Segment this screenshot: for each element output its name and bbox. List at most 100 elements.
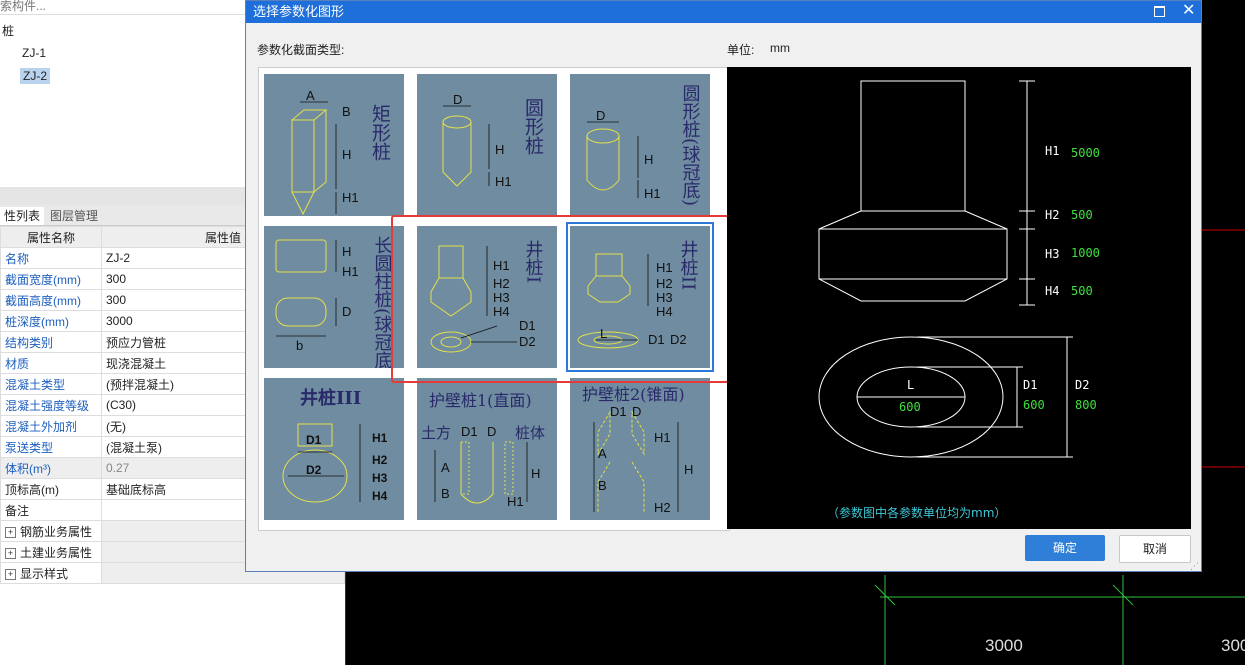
preview-h2-label: H2 xyxy=(1045,208,1059,222)
prop-name: 顶标高(m) xyxy=(0,478,102,500)
param-D1: D1 xyxy=(306,433,322,447)
param-D: D xyxy=(596,108,605,123)
param-H2: H2 xyxy=(654,500,671,515)
dialog-titlebar[interactable]: 选择参数化图形 ✕ xyxy=(246,1,1201,23)
expand-icon[interactable]: + xyxy=(5,547,16,559)
prop-name: 混凝土外加剂 xyxy=(0,415,102,437)
prop-name: 混凝土类型 xyxy=(0,373,102,395)
param-B: B xyxy=(342,104,351,119)
cancel-button[interactable]: 取消 xyxy=(1119,535,1191,563)
param-B: B xyxy=(441,486,450,501)
shape-title: 长圆柱桩(球冠底) xyxy=(372,236,393,368)
preview-d1-label: D1 xyxy=(1023,378,1037,392)
dim-label-2: 300 xyxy=(1221,636,1245,655)
param-H1: H1 xyxy=(654,430,671,445)
param-D: D xyxy=(453,92,462,107)
tab-property-list[interactable]: 性列表 xyxy=(0,207,45,225)
prop-name: 混凝土强度等级 xyxy=(0,394,102,416)
param-D1: D1 xyxy=(610,404,627,419)
resize-grip-icon[interactable]: ⋰ xyxy=(1190,562,1199,571)
param-H: H xyxy=(684,462,693,477)
preview-h3-value: 1000 xyxy=(1071,246,1100,260)
unit-value: mm xyxy=(770,41,790,55)
param-D: D xyxy=(632,404,641,419)
expand-icon[interactable]: + xyxy=(5,526,16,538)
param-D: D xyxy=(342,304,351,319)
param-H2: H2 xyxy=(372,453,388,467)
param-H1: H1 xyxy=(372,431,388,445)
dim-label-1: 3000 xyxy=(985,636,1023,655)
preview-panel: H1 5000 H2 500 H3 1000 H4 500 L 600 D1 6… xyxy=(727,67,1191,529)
tab-layer-manage[interactable]: 图层管理 xyxy=(46,207,102,225)
param-H4: H4 xyxy=(372,489,388,503)
param-D1: D1 xyxy=(461,424,478,439)
shape-circle-pile-dome[interactable]: D H H1 圆形桩(球冠底) xyxy=(570,74,710,216)
shape-long-round-pile[interactable]: H H1 D b 长圆柱桩(球冠底) xyxy=(264,226,404,368)
shape-wall-pile-2[interactable]: 护壁桩2(锥面) D1 D H1 A B H H2 xyxy=(570,378,710,520)
param-H: H xyxy=(531,466,540,481)
col-header-name: 属性名称 xyxy=(0,226,102,248)
param-H1: H1 xyxy=(342,264,359,279)
prop-name: 名称 xyxy=(0,247,102,269)
shape-well-pile-3[interactable]: 井桩III D1 D2 H1 H2 H3 H4 xyxy=(264,378,404,520)
group-label: 土建业务属性 xyxy=(20,545,93,560)
section-label: 参数化截面类型: xyxy=(257,43,345,57)
preview-h1-label: H1 xyxy=(1045,144,1059,158)
param-H: H xyxy=(644,152,653,167)
param-H3: H3 xyxy=(372,471,388,485)
shape-wall-pile-1[interactable]: 护壁桩1(直面) 土方 D1 D 桩体 A B H H1 xyxy=(417,378,557,520)
param-soil: 土方 xyxy=(421,424,451,442)
prop-name: 泵送类型 xyxy=(0,436,102,458)
tree-item-zj1[interactable]: ZJ-1 xyxy=(22,46,46,60)
preview-l-label: L xyxy=(907,378,914,392)
prop-name: 备注 xyxy=(0,499,102,521)
param-H1: H1 xyxy=(495,174,512,189)
param-H: H xyxy=(342,244,351,259)
maximize-icon[interactable] xyxy=(1154,6,1165,17)
shape-title: 井桩III xyxy=(300,387,361,409)
param-A: A xyxy=(441,460,450,475)
param-body: 桩体 xyxy=(515,424,545,442)
param-H1: H1 xyxy=(342,190,359,205)
prop-name: 截面高度(mm) xyxy=(0,289,102,311)
parametric-shape-dialog: 选择参数化图形 ✕ 参数化截面类型: 单位: mm A B H H1 矩形桩 D… xyxy=(245,0,1202,572)
preview-d2-label: D2 xyxy=(1075,378,1089,392)
shape-circle-pile[interactable]: D H H1 圆形桩 xyxy=(417,74,557,216)
close-icon[interactable]: ✕ xyxy=(1182,1,1195,21)
group-label: 钢筋业务属性 xyxy=(20,524,93,539)
prop-name: 截面宽度(mm) xyxy=(0,268,102,290)
shape-title: 矩形桩 xyxy=(369,104,391,161)
param-A: A xyxy=(306,88,315,103)
dialog-title: 选择参数化图形 xyxy=(253,4,345,19)
param-H: H xyxy=(495,142,504,157)
preview-h1-value: 5000 xyxy=(1071,146,1100,160)
param-A: A xyxy=(598,446,607,461)
preview-d2-value: 800 xyxy=(1075,398,1097,412)
param-b: b xyxy=(296,338,303,353)
preview-l-value: 600 xyxy=(899,400,921,414)
unit-label: 单位: xyxy=(727,43,755,57)
preview-h4-value: 500 xyxy=(1071,284,1093,298)
param-H: H xyxy=(342,147,351,162)
param-D2: D2 xyxy=(306,463,322,477)
preview-h4-label: H4 xyxy=(1045,284,1059,298)
prop-name: 桩深度(mm) xyxy=(0,310,102,332)
shape-title: 圆形桩 xyxy=(522,98,544,155)
shape-rect-pile[interactable]: A B H H1 矩形桩 xyxy=(264,74,404,216)
param-D: D xyxy=(487,424,496,439)
expand-icon[interactable]: + xyxy=(5,568,16,580)
prop-name: 结构类别 xyxy=(0,331,102,353)
ok-button[interactable]: 确定 xyxy=(1025,535,1105,561)
prop-name: 材质 xyxy=(0,352,102,374)
param-B: B xyxy=(598,478,607,493)
preview-h2-value: 500 xyxy=(1071,208,1093,222)
param-H1: H1 xyxy=(644,186,661,201)
param-H1: H1 xyxy=(507,494,524,509)
preview-note: （参数图中各参数单位均为mm） xyxy=(827,505,1006,520)
prop-name: 体积(m³) xyxy=(0,457,102,479)
preview-d1-value: 600 xyxy=(1023,398,1045,412)
tree-root[interactable]: 桩 xyxy=(2,22,14,39)
shape-title: 护壁桩1(直面) xyxy=(429,391,532,410)
preview-h3-label: H3 xyxy=(1045,247,1059,261)
tree-item-zj2[interactable]: ZJ-2 xyxy=(20,68,50,84)
